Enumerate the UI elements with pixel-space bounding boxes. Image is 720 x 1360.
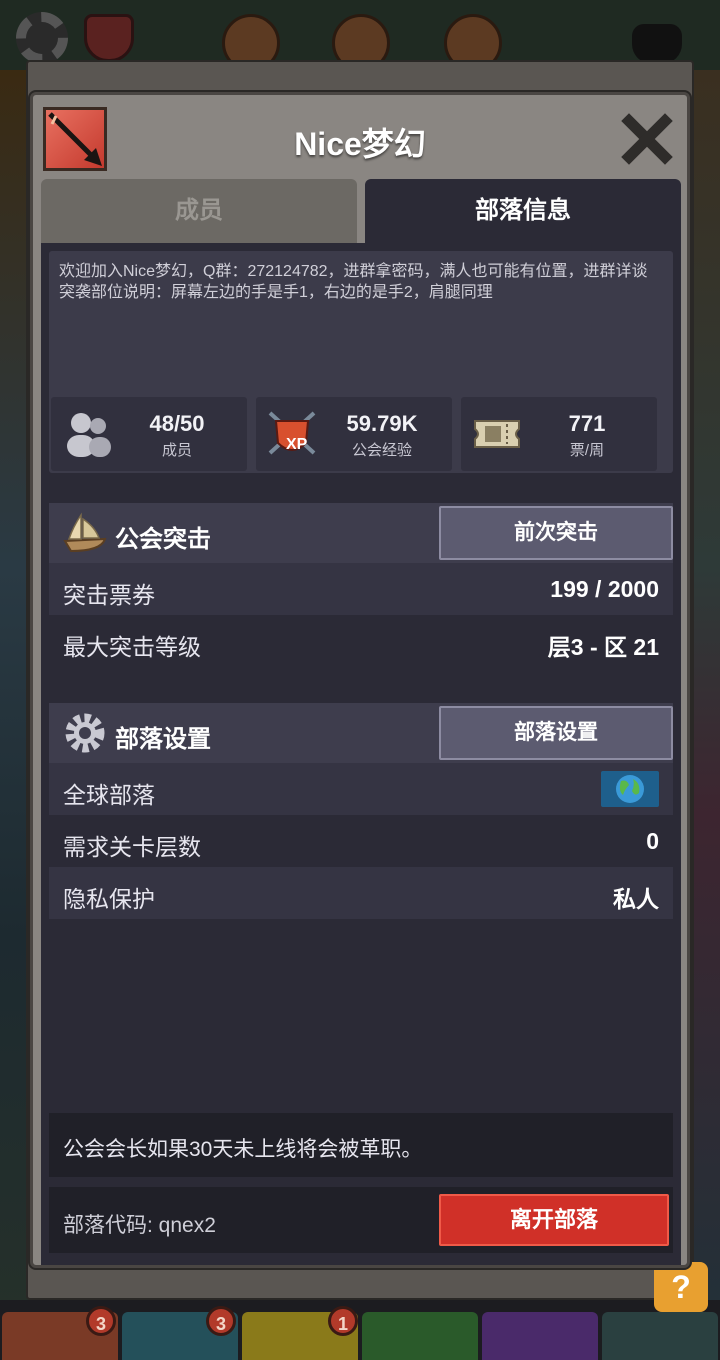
ticket-icon xyxy=(474,420,520,448)
guild-code: 部落代码: qnex2 xyxy=(63,1214,216,1237)
previous-raid-button[interactable]: 前次突击 xyxy=(439,506,673,560)
tab-members[interactable]: 成员 xyxy=(41,179,357,243)
members-icon xyxy=(67,413,111,457)
globe-icon xyxy=(601,771,659,807)
raid-tickets-value: 199 / 2000 xyxy=(550,576,659,602)
privacy-row: 隐私保护 私人 xyxy=(49,867,673,919)
leader-inactivity-notice: 公会会长如果30天未上线将会被革职。 xyxy=(49,1113,673,1177)
close-button[interactable] xyxy=(621,113,673,165)
notice-text: 公会会长如果30天未上线将会被革职。 xyxy=(63,1138,423,1161)
settings-section-header: 部落设置 部落设置 xyxy=(49,703,673,763)
close-icon xyxy=(621,113,673,165)
guild-info-panel: 欢迎加入Nice梦幻，Q群：272124782，进群拿密码，满人也可能有位置，进… xyxy=(41,243,681,1265)
stat-label: 票/周 xyxy=(569,442,605,459)
tab-guild-info[interactable]: 部落信息 xyxy=(365,179,681,243)
stat-members: 48/50 成员 xyxy=(51,397,247,471)
stat-value: 59.79K xyxy=(346,411,418,436)
row-label: 全球部落 xyxy=(63,782,155,808)
bg-demon-mask-icon xyxy=(632,24,682,64)
raid-section-header: 公会突击 前次突击 xyxy=(49,503,673,563)
leave-guild-button[interactable]: 离开部落 xyxy=(439,1194,669,1246)
bg-settings-gear-icon xyxy=(16,12,68,64)
stat-label: 成员 xyxy=(161,442,192,459)
notification-badge: 3 xyxy=(206,1306,236,1336)
guild-name-title: Nice梦幻 xyxy=(294,126,426,162)
help-button[interactable]: ? xyxy=(654,1262,708,1312)
xp-shield-icon: XP xyxy=(268,411,316,455)
stat-guild-xp: XP 59.79K 公会经验 xyxy=(256,397,452,471)
bg-shield-icon xyxy=(84,14,134,62)
notification-badge: 3 xyxy=(86,1306,116,1336)
row-label: 突击票券 xyxy=(63,582,155,608)
required-stage-value: 0 xyxy=(646,828,659,854)
raid-tickets-row: 突击票券 199 / 2000 xyxy=(49,563,673,615)
stat-label: 公会经验 xyxy=(351,442,412,459)
stat-tickets-per-week: 771 票/周 xyxy=(461,397,657,471)
gear-icon xyxy=(65,713,105,753)
guild-dialog: Nice梦幻 成员 部落信息 欢迎加入Nice梦幻，Q群：272124782，进… xyxy=(30,92,690,1268)
stat-value: 771 xyxy=(568,411,606,436)
guild-description: 欢迎加入Nice梦幻，Q群：272124782，进群拿密码，满人也可能有位置，进… xyxy=(59,263,648,301)
ship-icon xyxy=(63,512,107,553)
bottom-tab-pet xyxy=(362,1312,478,1360)
stat-value: 48/50 xyxy=(149,411,205,436)
arrow-icon xyxy=(43,107,107,171)
settings-section-title: 部落设置 xyxy=(115,726,211,753)
guild-footer: 部落代码: qnex2 离开部落 xyxy=(49,1187,673,1253)
row-label: 隐私保护 xyxy=(63,886,155,912)
notification-badge: 1 xyxy=(328,1306,358,1336)
row-label: 最大突击等级 xyxy=(63,634,201,660)
raid-section-title: 公会突击 xyxy=(115,526,211,553)
svg-text:XP: XP xyxy=(286,436,308,453)
bottom-tab-shop xyxy=(602,1312,718,1360)
guild-settings-button[interactable]: 部落设置 xyxy=(439,706,673,760)
max-raid-level-row: 最大突击等级 层3 - 区 21 xyxy=(49,615,673,667)
privacy-value: 私人 xyxy=(613,886,659,912)
global-guild-row: 全球部落 xyxy=(49,763,673,815)
required-stage-row: 需求关卡层数 0 xyxy=(49,815,673,867)
max-raid-level-value: 层3 - 区 21 xyxy=(547,634,659,660)
guild-description-box: 欢迎加入Nice梦幻，Q群：272124782，进群拿密码，满人也可能有位置，进… xyxy=(49,251,673,473)
bottom-tab-heart xyxy=(482,1312,598,1360)
row-label: 需求关卡层数 xyxy=(63,834,201,860)
